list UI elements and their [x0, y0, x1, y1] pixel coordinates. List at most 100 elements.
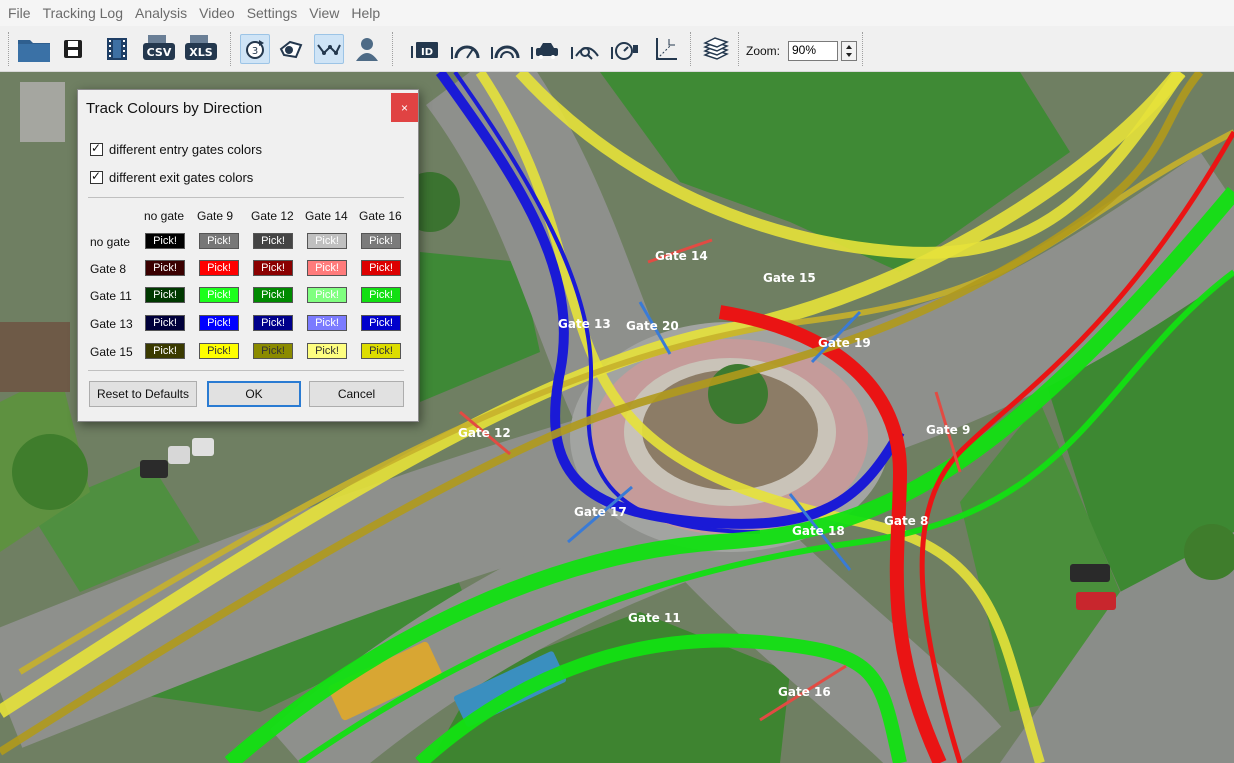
timer-button[interactable]: [610, 34, 640, 64]
pick-button[interactable]: Pick!: [199, 315, 239, 331]
toolbar-separator: [392, 32, 393, 66]
video-button[interactable]: [102, 34, 132, 64]
xls-text: XLS: [189, 46, 212, 59]
pick-button[interactable]: Pick!: [361, 315, 401, 331]
zoom-input[interactable]: 90%: [788, 41, 838, 61]
toolbar-separator: [738, 32, 739, 66]
parked-car: [140, 460, 168, 478]
exit-gates-checkbox[interactable]: ✓: [90, 169, 103, 184]
pick-button[interactable]: Pick!: [253, 343, 293, 359]
dialog-close-button[interactable]: ×: [391, 93, 418, 122]
row-header: Gate 15: [90, 345, 133, 359]
distance-icon: [571, 47, 599, 60]
menu-tracking-log[interactable]: Tracking Log: [37, 5, 129, 21]
axis-button[interactable]: [650, 34, 680, 64]
id-text: ID: [421, 47, 433, 58]
pick-button[interactable]: Pick!: [199, 287, 239, 303]
check-icon: ✓: [91, 169, 102, 183]
pick-button[interactable]: Pick!: [307, 233, 347, 249]
pick-button[interactable]: Pick!: [145, 315, 185, 331]
pick-button[interactable]: Pick!: [199, 233, 239, 249]
row-header: Gate 8: [90, 262, 127, 276]
cancel-button[interactable]: Cancel: [309, 381, 404, 407]
axis-icon: [656, 38, 677, 60]
pick-button[interactable]: Pick!: [145, 260, 185, 276]
close-icon: ×: [400, 100, 408, 115]
export-xls-button[interactable]: XLS: [184, 34, 218, 64]
row-header: no gate: [90, 235, 131, 249]
pick-button[interactable]: Pick!: [253, 233, 293, 249]
pick-button[interactable]: Pick!: [145, 343, 185, 359]
numbered-circle-icon: 3: [246, 40, 264, 59]
spin-arrows-icon: [846, 45, 852, 57]
trajectory-icon: [317, 44, 341, 55]
acceleration-button[interactable]: [490, 34, 520, 64]
zoom-stepper[interactable]: [841, 41, 857, 61]
gate-numbers-button[interactable]: 3: [240, 34, 270, 64]
csv-icon: CSV: [143, 35, 175, 60]
pick-button[interactable]: Pick!: [307, 315, 347, 331]
pick-button[interactable]: Pick!: [253, 287, 293, 303]
save-button[interactable]: [58, 34, 88, 64]
svg-text:3: 3: [252, 46, 258, 57]
entry-gates-option[interactable]: ✓ different entry gates colors: [90, 141, 262, 157]
person-icon: [356, 38, 378, 61]
pick-button[interactable]: Pick!: [361, 343, 401, 359]
tracks-button[interactable]: [314, 34, 344, 64]
house-roof: [0, 322, 70, 392]
parked-car: [168, 446, 190, 464]
vehicle-class-button[interactable]: [530, 34, 560, 64]
pick-button[interactable]: Pick!: [361, 233, 401, 249]
pick-button[interactable]: Pick!: [253, 260, 293, 276]
csv-text: CSV: [147, 46, 172, 59]
menu-analysis[interactable]: Analysis: [129, 5, 193, 21]
id-icon: ID: [411, 42, 438, 58]
menu-video[interactable]: Video: [193, 5, 241, 21]
pick-button[interactable]: Pick!: [199, 260, 239, 276]
pedestrian-button[interactable]: [352, 34, 382, 64]
gate-19-label: Gate 19: [818, 336, 871, 350]
gate-15-label: Gate 15: [763, 271, 816, 285]
pick-button[interactable]: Pick!: [253, 315, 293, 331]
polygon-icon: [279, 40, 303, 59]
pick-button[interactable]: Pick!: [199, 343, 239, 359]
exit-gates-label: different exit gates colors: [109, 170, 254, 185]
menu-file[interactable]: File: [2, 5, 37, 21]
parked-car: [1070, 564, 1110, 582]
export-csv-button[interactable]: CSV: [142, 34, 176, 64]
gate-20-label: Gate 20: [626, 319, 679, 333]
parked-car: [1076, 592, 1116, 610]
open-folder-button[interactable]: [16, 34, 52, 64]
region-button[interactable]: [276, 34, 306, 64]
menu-view[interactable]: View: [303, 5, 345, 21]
column-header: Gate 16: [359, 209, 402, 223]
car-icon: [531, 43, 558, 59]
pick-button[interactable]: Pick!: [145, 287, 185, 303]
track-colours-dialog: Track Colours by Direction × ✓ different…: [77, 89, 419, 422]
column-header: Gate 14: [305, 209, 348, 223]
pick-button[interactable]: Pick!: [145, 233, 185, 249]
toolbar-separator: [862, 32, 863, 66]
distance-button[interactable]: [570, 34, 600, 64]
speed-button[interactable]: [450, 34, 480, 64]
ok-button[interactable]: OK: [207, 381, 301, 407]
menu-help[interactable]: Help: [345, 5, 386, 21]
pick-button[interactable]: Pick!: [307, 287, 347, 303]
reset-defaults-button[interactable]: Reset to Defaults: [89, 381, 197, 407]
pick-button[interactable]: Pick!: [307, 260, 347, 276]
gate-8-label: Gate 8: [884, 514, 928, 528]
pick-button[interactable]: Pick!: [307, 343, 347, 359]
menu-settings[interactable]: Settings: [241, 5, 304, 21]
gate-9-label: Gate 9: [926, 423, 970, 437]
menu-bar: File Tracking Log Analysis Video Setting…: [0, 0, 1234, 26]
id-button[interactable]: ID: [410, 34, 440, 64]
house-roof: [20, 82, 65, 142]
toolbar-grip: [8, 32, 9, 66]
layers-button[interactable]: [700, 34, 730, 64]
gate-11-label: Gate 11: [628, 611, 681, 625]
layers-icon: [703, 37, 729, 60]
entry-gates-checkbox[interactable]: ✓: [90, 141, 103, 156]
pick-button[interactable]: Pick!: [361, 287, 401, 303]
exit-gates-option[interactable]: ✓ different exit gates colors: [90, 169, 254, 185]
pick-button[interactable]: Pick!: [361, 260, 401, 276]
